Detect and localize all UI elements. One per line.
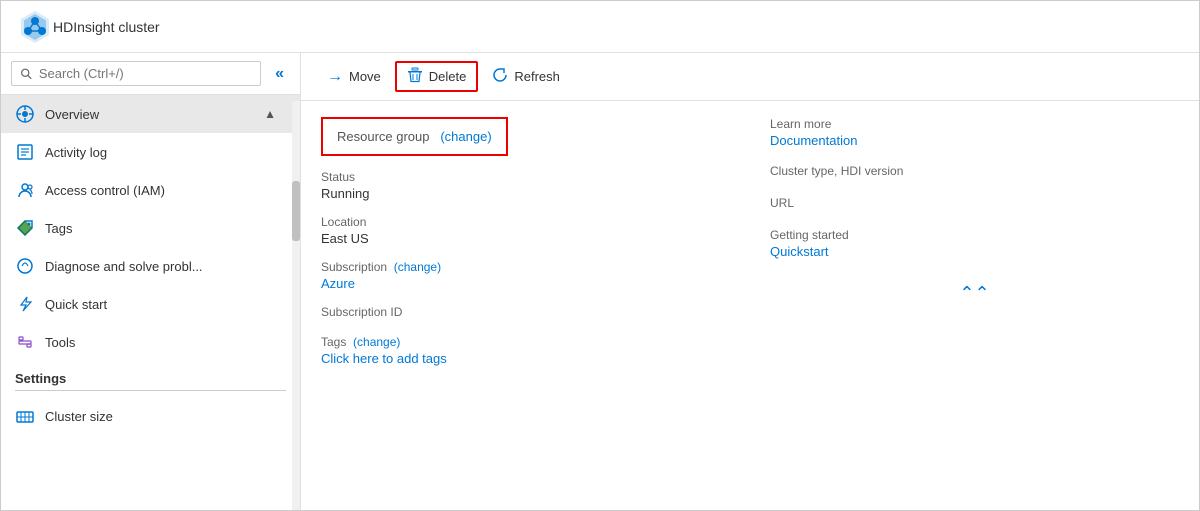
refresh-icon [492, 67, 508, 86]
sidebar-item-tags-label: Tags [45, 221, 72, 236]
sidebar-scrollbar-thumb[interactable] [292, 181, 300, 241]
diagnose-icon [15, 256, 35, 276]
overview-right: Learn more Documentation Cluster type, H… [770, 117, 1179, 494]
app-header: HDInsight cluster [1, 1, 1199, 53]
move-label: Move [349, 69, 381, 84]
collapse-arrow: ▲ [250, 98, 290, 130]
sidebar-item-cluster-size[interactable]: Cluster size [1, 397, 300, 435]
search-wrap[interactable] [11, 61, 261, 86]
move-arrow-icon: → [327, 68, 343, 86]
tags-block: Tags (change) Click here to add tags [321, 335, 730, 366]
subscription-value[interactable]: Azure [321, 276, 730, 291]
sidebar-item-quick-start-label: Quick start [45, 297, 107, 312]
url-label: URL [770, 196, 1179, 210]
resource-group-box: Resource group (change) [321, 117, 508, 156]
sidebar-scrollbar-track [292, 101, 300, 510]
resource-group-change-link[interactable]: (change) [440, 129, 491, 144]
subscription-id-block: Subscription ID [321, 305, 730, 321]
sidebar-item-iam-label: Access control (IAM) [45, 183, 165, 198]
tools-icon [15, 332, 35, 352]
app-body: « Overview [1, 53, 1199, 510]
status-block: Status Running [321, 170, 730, 201]
main-content: → Move Delete [301, 53, 1199, 510]
delete-icon [407, 67, 423, 86]
subscription-label: Subscription (change) [321, 260, 730, 274]
sidebar: « Overview [1, 53, 301, 510]
cluster-type-block: Cluster type, HDI version [770, 164, 1179, 180]
scroll-up-area: ⌃⌃ [770, 283, 1179, 304]
overview-left: Resource group (change) Status Running L… [321, 117, 730, 494]
subscription-change-link[interactable]: (change) [394, 260, 441, 274]
search-bar: « [1, 53, 300, 95]
subscription-id-label: Subscription ID [321, 305, 730, 319]
sidebar-item-diagnose[interactable]: Diagnose and solve probl... [1, 247, 300, 285]
quickstart-link[interactable]: Quickstart [770, 244, 829, 259]
scroll-up-button[interactable]: ⌃⌃ [959, 283, 989, 304]
iam-icon [15, 180, 35, 200]
refresh-label: Refresh [514, 69, 560, 84]
settings-section-header: Settings [1, 361, 300, 390]
tags-add-link[interactable]: Click here to add tags [321, 351, 730, 366]
search-input[interactable] [39, 66, 252, 81]
move-button[interactable]: → Move [317, 63, 391, 91]
toolbar: → Move Delete [301, 53, 1199, 101]
tags-icon [15, 218, 35, 238]
sidebar-item-access-control[interactable]: Access control (IAM) [1, 171, 300, 209]
app-logo [17, 9, 53, 45]
nav-list: Overview ▲ Activity log [1, 95, 300, 510]
settings-divider [15, 390, 286, 391]
activity-log-icon [15, 142, 35, 162]
status-value: Running [321, 186, 730, 201]
sidebar-item-tools[interactable]: Tools [1, 323, 300, 361]
refresh-button[interactable]: Refresh [482, 62, 570, 91]
getting-started-label: Getting started [770, 228, 1179, 242]
learn-more-block: Learn more Documentation [770, 117, 1179, 148]
documentation-link[interactable]: Documentation [770, 133, 857, 148]
overview-panel: Resource group (change) Status Running L… [301, 101, 1199, 510]
sidebar-item-overview-label: Overview [45, 107, 99, 122]
header-title: HDInsight cluster [53, 19, 160, 35]
search-icon [20, 67, 33, 81]
location-block: Location East US [321, 215, 730, 246]
sidebar-item-tags[interactable]: Tags [1, 209, 300, 247]
sidebar-item-diagnose-label: Diagnose and solve probl... [45, 259, 203, 274]
sidebar-item-cluster-size-label: Cluster size [45, 409, 113, 424]
tags-change-link[interactable]: (change) [353, 335, 400, 349]
delete-button[interactable]: Delete [395, 61, 479, 92]
overview-icon [15, 104, 35, 124]
learn-more-label: Learn more [770, 117, 1179, 131]
sidebar-item-overview[interactable]: Overview ▲ [1, 95, 300, 133]
tags-field-label: Tags (change) [321, 335, 730, 349]
cluster-type-label: Cluster type, HDI version [770, 164, 1179, 178]
sidebar-item-activity-log-label: Activity log [45, 145, 107, 160]
resource-group-label: Resource group [337, 129, 430, 144]
location-label: Location [321, 215, 730, 229]
subscription-block: Subscription (change) Azure [321, 260, 730, 291]
cluster-size-icon [15, 406, 35, 426]
location-value: East US [321, 231, 730, 246]
status-label: Status [321, 170, 730, 184]
url-block: URL [770, 196, 1179, 212]
sidebar-item-quick-start[interactable]: Quick start [1, 285, 300, 323]
sidebar-item-tools-label: Tools [45, 335, 75, 350]
collapse-sidebar-button[interactable]: « [269, 63, 290, 85]
delete-label: Delete [429, 69, 467, 84]
sidebar-item-activity-log[interactable]: Activity log [1, 133, 300, 171]
quick-start-icon [15, 294, 35, 314]
getting-started-block: Getting started Quickstart [770, 228, 1179, 259]
